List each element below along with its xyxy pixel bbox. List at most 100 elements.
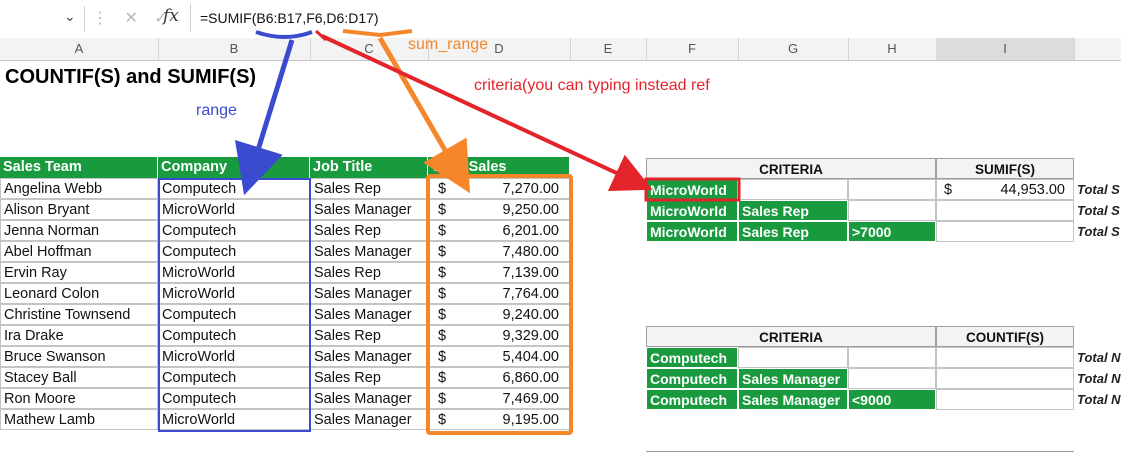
total-sales-cell[interactable]: $9,240.00 (428, 304, 570, 325)
team-cell[interactable]: Abel Hoffman (0, 241, 158, 262)
col-header-b[interactable]: B (158, 38, 311, 60)
job-cell[interactable]: Sales Manager (310, 304, 428, 325)
job-cell[interactable]: Sales Manager (310, 409, 428, 430)
col-header-i[interactable]: I (936, 38, 1075, 60)
criteria-cell-c3[interactable] (848, 368, 936, 389)
team-cell[interactable]: Ervin Ray (0, 262, 158, 283)
team-cell[interactable]: Leonard Colon (0, 283, 158, 304)
criteria-cell-c1[interactable]: Computech (646, 347, 738, 368)
col-header-g[interactable]: G (738, 38, 849, 60)
team-cell[interactable]: Mathew Lamb (0, 409, 158, 430)
total-sales-cell[interactable]: $6,860.00 (428, 367, 570, 388)
total-sales-cell[interactable]: $7,469.00 (428, 388, 570, 409)
company-cell[interactable]: Computech (158, 241, 310, 262)
criteria-cell-c2[interactable]: Sales Rep (738, 221, 848, 242)
job-cell[interactable]: Sales Manager (310, 199, 428, 220)
company-cell[interactable]: Computech (158, 325, 310, 346)
company-cell[interactable]: Computech (158, 220, 310, 241)
col-header-f[interactable]: F (646, 38, 739, 60)
table-header-1[interactable]: Company (158, 157, 310, 178)
criteria-cell-c3[interactable]: >7000 (848, 221, 936, 242)
job-cell[interactable]: Sales Rep (310, 220, 428, 241)
total-sales-cell[interactable]: $7,139.00 (428, 262, 570, 283)
result-cell[interactable] (936, 389, 1074, 410)
total-sales-cell[interactable]: $6,201.00 (428, 220, 570, 241)
result-cell[interactable] (936, 200, 1074, 221)
company-cell[interactable]: MicroWorld (158, 262, 310, 283)
team-cell[interactable]: Bruce Swanson (0, 346, 158, 367)
sheet-title[interactable]: COUNTIF(S) and SUMIF(S) (5, 66, 256, 89)
result-cell[interactable] (936, 368, 1074, 389)
job-cell[interactable]: Sales Manager (310, 346, 428, 367)
criteria-cell-c2[interactable]: Sales Manager (738, 368, 848, 389)
col-header-j[interactable] (1074, 38, 1121, 60)
company-cell[interactable]: MicroWorld (158, 409, 310, 430)
criteria-cell-c2[interactable] (738, 347, 848, 368)
criteria-cell-c3[interactable] (848, 179, 936, 200)
table-header-0[interactable]: Sales Team (0, 157, 158, 178)
criteria-cell-c1[interactable]: MicroWorld (646, 221, 738, 242)
criteria-cell-c1[interactable]: Computech (646, 368, 738, 389)
row-label[interactable]: Total N (1074, 347, 1121, 368)
total-sales-cell[interactable]: $5,404.00 (428, 346, 570, 367)
job-cell[interactable]: Sales Manager (310, 388, 428, 409)
amount-value: 7,480.00 (502, 244, 559, 260)
criteria-cell-c1[interactable]: MicroWorld (646, 179, 738, 200)
team-cell[interactable]: Ira Drake (0, 325, 158, 346)
formula-input[interactable]: =SUMIF(B6:B17,F6,D6:D17) (190, 4, 1121, 32)
criteria-cell-c1[interactable]: MicroWorld (646, 200, 738, 221)
criteria-cell-c3[interactable] (848, 347, 936, 368)
result-cell[interactable]: $44,953.00 (936, 179, 1074, 200)
total-sales-cell[interactable]: $9,195.00 (428, 409, 570, 430)
job-cell[interactable]: Sales Manager (310, 241, 428, 262)
team-cell[interactable]: Stacey Ball (0, 367, 158, 388)
result-cell[interactable] (936, 221, 1074, 242)
criteria-cell-c2[interactable]: Sales Rep (738, 200, 848, 221)
table-header-3[interactable]: Total Sales (428, 157, 570, 178)
criteria-cell-c2[interactable] (738, 179, 848, 200)
company-cell[interactable]: MicroWorld (158, 283, 310, 304)
criteria-cell-c3[interactable]: <9000 (848, 389, 936, 410)
criteria-header[interactable]: CRITERIA (646, 158, 936, 179)
total-sales-cell[interactable]: $9,329.00 (428, 325, 570, 346)
row-label[interactable]: Total N (1074, 368, 1121, 389)
job-cell[interactable]: Sales Manager (310, 283, 428, 304)
fx-icon[interactable]: fx (163, 6, 179, 26)
row-label[interactable]: Total S (1074, 221, 1121, 242)
job-cell[interactable]: Sales Rep (310, 325, 428, 346)
team-cell[interactable]: Jenna Norman (0, 220, 158, 241)
company-cell[interactable]: Computech (158, 304, 310, 325)
criteria-cell-c3[interactable] (848, 200, 936, 221)
total-sales-cell[interactable]: $9,250.00 (428, 199, 570, 220)
team-cell[interactable]: Christine Townsend (0, 304, 158, 325)
total-sales-cell[interactable]: $7,764.00 (428, 283, 570, 304)
company-cell[interactable]: Computech (158, 367, 310, 388)
row-label[interactable]: Total N (1074, 389, 1121, 410)
criteria-cell-c2[interactable]: Sales Manager (738, 389, 848, 410)
formula-bar: ⌄ ⋮ ✕ ✓ fx =SUMIF(B6:B17,F6,D6:D17) (0, 0, 1121, 39)
job-cell[interactable]: Sales Rep (310, 367, 428, 388)
company-cell[interactable]: MicroWorld (158, 199, 310, 220)
row-label[interactable]: Total S (1074, 200, 1121, 221)
job-cell[interactable]: Sales Rep (310, 262, 428, 283)
company-cell[interactable]: Computech (158, 178, 310, 199)
total-sales-cell[interactable]: $7,270.00 (428, 178, 570, 199)
company-cell[interactable]: MicroWorld (158, 346, 310, 367)
result-cell[interactable] (936, 347, 1074, 368)
col-header-e[interactable]: E (570, 38, 647, 60)
team-cell[interactable]: Angelina Webb (0, 178, 158, 199)
job-cell[interactable]: Sales Rep (310, 178, 428, 199)
company-cell[interactable]: Computech (158, 388, 310, 409)
criteria-cell-c1[interactable]: Computech (646, 389, 738, 410)
criteria-header[interactable]: CRITERIA (646, 326, 936, 347)
total-sales-cell[interactable]: $7,480.00 (428, 241, 570, 262)
result-header[interactable]: COUNTIF(S) (936, 326, 1074, 347)
team-cell[interactable]: Alison Bryant (0, 199, 158, 220)
chevron-down-icon[interactable]: ⌄ (64, 8, 76, 25)
row-label[interactable]: Total S (1074, 179, 1121, 200)
table-header-2[interactable]: Job Title (310, 157, 428, 178)
team-cell[interactable]: Ron Moore (0, 388, 158, 409)
col-header-h[interactable]: H (848, 38, 937, 60)
result-header[interactable]: SUMIF(S) (936, 158, 1074, 179)
col-header-a[interactable]: A (0, 38, 159, 60)
